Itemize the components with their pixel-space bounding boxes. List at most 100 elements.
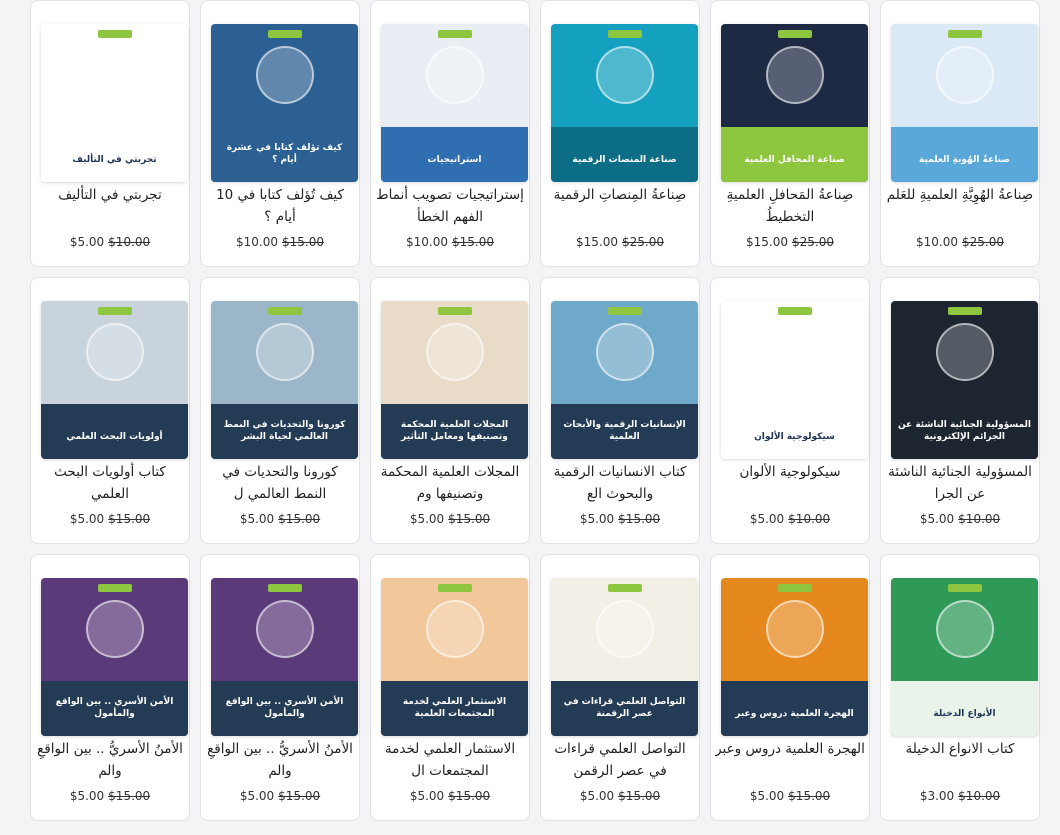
publisher-logo-icon <box>947 307 982 315</box>
original-price: $15.00 <box>618 789 661 803</box>
publisher-logo-icon <box>267 307 302 315</box>
product-card[interactable]: المجلات العلمية المحكمة وتصنيفها ومعامل … <box>370 277 530 544</box>
book-cover-image[interactable]: المسؤولية الجنائية الناشئة عن الجرائم ال… <box>891 301 1038 459</box>
book-cover-image[interactable]: المجلات العلمية المحكمة وتصنيفها ومعامل … <box>381 301 528 459</box>
product-title[interactable]: كيف تُؤلف كتابا في 10 أيام ؟ <box>205 184 355 228</box>
product-title[interactable]: المجلات العلمية المحكمة وتصنيفها وم <box>375 461 525 505</box>
publisher-logo-icon <box>267 30 302 38</box>
product-price: $5.00 $15.00 <box>201 789 359 803</box>
laptop-icon <box>255 45 314 104</box>
cover-title-text: التواصل العلمي قراءات في عصر الرقمنة <box>563 697 686 719</box>
product-card[interactable]: الأنواع الدخيلة كتاب الانواع الدخيلة $3.00… <box>880 554 1040 821</box>
family-icon <box>255 599 314 658</box>
color-wheel-icon <box>765 322 824 381</box>
publisher-logo-icon <box>947 30 982 38</box>
product-title[interactable]: الأمنُ الأسريُّ .. بين الواقعِ والم <box>35 738 185 782</box>
species-icon <box>935 599 994 658</box>
sale-price: $5.00 <box>69 789 105 803</box>
cover-title-text: المجلات العلمية المحكمة وتصنيفها ومعامل … <box>400 420 509 442</box>
product-card[interactable]: استراتيجيات إستراتيجيات تصويب أنماط الفهم… <box>370 0 530 267</box>
product-grid: صناعةُ الهُويةِ العلمية صِناعةُ الهُوِيَّ… <box>20 0 1040 831</box>
family-icon <box>85 599 144 658</box>
cover-title-text: المسؤولية الجنائية الناشئة عن الجرائم ال… <box>897 420 1032 442</box>
product-title[interactable]: الأمنُ الأسريُّ .. بين الواقعِ والم <box>205 738 355 782</box>
product-card[interactable]: المسؤولية الجنائية الناشئة عن الجرائم ال… <box>880 277 1040 544</box>
product-title[interactable]: كورونا والتحديات في النمط العالمي ل <box>205 461 355 505</box>
publisher-logo-icon <box>97 584 132 592</box>
book-cover-image[interactable]: الأنواع الدخيلة <box>891 578 1038 736</box>
book-cover-image[interactable]: تجربتي في التأليف <box>41 24 188 182</box>
product-title[interactable]: كتاب الانواع الدخيلة <box>885 738 1035 782</box>
product-card[interactable]: صناعة المحافل العلمية صِناعةُ المَحافلِ ا… <box>710 0 870 267</box>
product-title[interactable]: تجربتي في التأليف <box>35 184 185 228</box>
product-card[interactable]: أولويات البحث العلمي كتاب أولويات البحث ا… <box>30 277 190 544</box>
product-card[interactable]: كورونا والتحديات في النمط العالمي لحياة … <box>200 277 360 544</box>
book-cover-image[interactable]: الأمن الأسري .. بين الواقع والمأمول <box>41 578 188 736</box>
product-card[interactable]: صناعةُ الهُويةِ العلمية صِناعةُ الهُوِيَّ… <box>880 0 1040 267</box>
book-cover-image[interactable]: الأمن الأسري .. بين الواقع والمأمول <box>211 578 358 736</box>
product-card[interactable]: الإنسانيات الرقمية والأبحاث العلمية كتاب … <box>540 277 700 544</box>
book-cover-image[interactable]: التواصل العلمي قراءات في عصر الرقمنة <box>551 578 698 736</box>
document-icon <box>85 45 144 104</box>
book-cover-image[interactable]: كورونا والتحديات في النمط العالمي لحياة … <box>211 301 358 459</box>
product-title[interactable]: التواصل العلمي قراءات في عصر الرقمن <box>545 738 695 782</box>
cover-title-text: الأنواع الدخيلة <box>933 709 996 719</box>
original-price: $15.00 <box>108 789 151 803</box>
book-cover-image[interactable]: سيكولوجية الألوان <box>721 301 868 459</box>
publisher-logo-icon <box>777 30 812 38</box>
original-price: $15.00 <box>108 512 151 526</box>
book-cover-image[interactable]: كيف تؤلف كتابا في عشرة أيام ؟ <box>211 24 358 182</box>
product-title[interactable]: سيكولوجية الألوان <box>715 461 865 505</box>
book-cover-image[interactable]: صناعةُ الهُويةِ العلمية <box>891 24 1038 182</box>
product-card[interactable]: صناعة المنصات الرقمية صِناعةُ المِنصاتِ ا… <box>540 0 700 267</box>
product-title[interactable]: الاستثمار العلمي لخدمة المجتمعات ال <box>375 738 525 782</box>
original-price: $25.00 <box>622 235 664 249</box>
book-cover-image[interactable]: الإنسانيات الرقمية والأبحاث العلمية <box>551 301 698 459</box>
sale-price: $5.00 <box>69 235 105 249</box>
product-title[interactable]: الهجرة العلمية دروس وعبر <box>715 738 865 782</box>
product-card[interactable]: الأمن الأسري .. بين الواقع والمأمول الأمن… <box>30 554 190 821</box>
product-title[interactable]: صِناعةُ الهُوِيَّةِ العلميةِ للعَلم <box>885 184 1035 228</box>
product-title[interactable]: صِناعةُ المَحافلِ العلميةِ التخطيطُ <box>715 184 865 228</box>
product-price: $10.00 $25.00 <box>881 235 1039 249</box>
publisher-logo-icon <box>437 30 472 38</box>
book-cover-image[interactable]: استراتيجيات <box>381 24 528 182</box>
product-card[interactable]: تجربتي في التأليف تجربتي في التأليف $5.00 $… <box>30 0 190 267</box>
conference-hall-icon <box>765 45 824 104</box>
original-price: $10.00 <box>958 512 1001 526</box>
product-card[interactable]: كيف تؤلف كتابا في عشرة أيام ؟ كيف تُؤلف ك… <box>200 0 360 267</box>
original-price: $15.00 <box>452 235 494 249</box>
product-price: $15.00 $25.00 <box>541 235 699 249</box>
book-cover-image[interactable]: الهجرة العلمية دروس وعبر <box>721 578 868 736</box>
book-cover-image[interactable]: صناعة المحافل العلمية <box>721 24 868 182</box>
cover-title-text: صناعة المحافل العلمية <box>744 155 845 165</box>
open-book-icon <box>425 322 484 381</box>
product-card[interactable]: التواصل العلمي قراءات في عصر الرقمنة التو… <box>540 554 700 821</box>
product-card[interactable]: الأمن الأسري .. بين الواقع والمأمول الأمن… <box>200 554 360 821</box>
hands-brain-icon <box>425 599 484 658</box>
product-card[interactable]: الاستثمار العلمي لخدمة المجتمعات العلمية… <box>370 554 530 821</box>
cover-title-text: استراتيجيات <box>427 155 482 165</box>
cover-title-text: أولويات البحث العلمي <box>66 432 163 442</box>
product-title[interactable]: إستراتيجيات تصويب أنماط الفهم الخطأ <box>375 184 525 228</box>
product-price: $5.00 $15.00 <box>371 512 529 526</box>
cloud-network-icon <box>595 45 654 104</box>
product-price: $15.00 $25.00 <box>711 235 869 249</box>
book-cover-image[interactable]: الاستثمار العلمي لخدمة المجتمعات العلمية <box>381 578 528 736</box>
product-title[interactable]: كتاب الانسانيات الرقمية والبحوث الع <box>545 461 695 505</box>
book-cover-image[interactable]: أولويات البحث العلمي <box>41 301 188 459</box>
publisher-logo-icon <box>777 584 812 592</box>
original-price: $15.00 <box>618 512 661 526</box>
cover-title-text: الإنسانيات الرقمية والأبحاث العلمية <box>563 420 686 442</box>
product-title[interactable]: كتاب أولويات البحث العلمي <box>35 461 185 505</box>
cover-title-text: صناعةُ الهُويةِ العلمية <box>919 155 1010 165</box>
product-card[interactable]: الهجرة العلمية دروس وعبر الهجرة العلمية د… <box>710 554 870 821</box>
product-card[interactable]: سيكولوجية الألوان سيكولوجية الألوان $5.00 $… <box>710 277 870 544</box>
sale-price: $3.00 <box>919 789 955 803</box>
original-price: $25.00 <box>962 235 1004 249</box>
product-title[interactable]: صِناعةُ المِنصاتِ الرقمية <box>545 184 695 228</box>
product-title[interactable]: المسؤولية الجنائية الناشئة عن الجرا <box>885 461 1035 505</box>
world-map-icon <box>935 45 994 104</box>
book-cover-image[interactable]: صناعة المنصات الرقمية <box>551 24 698 182</box>
publisher-logo-icon <box>437 584 472 592</box>
